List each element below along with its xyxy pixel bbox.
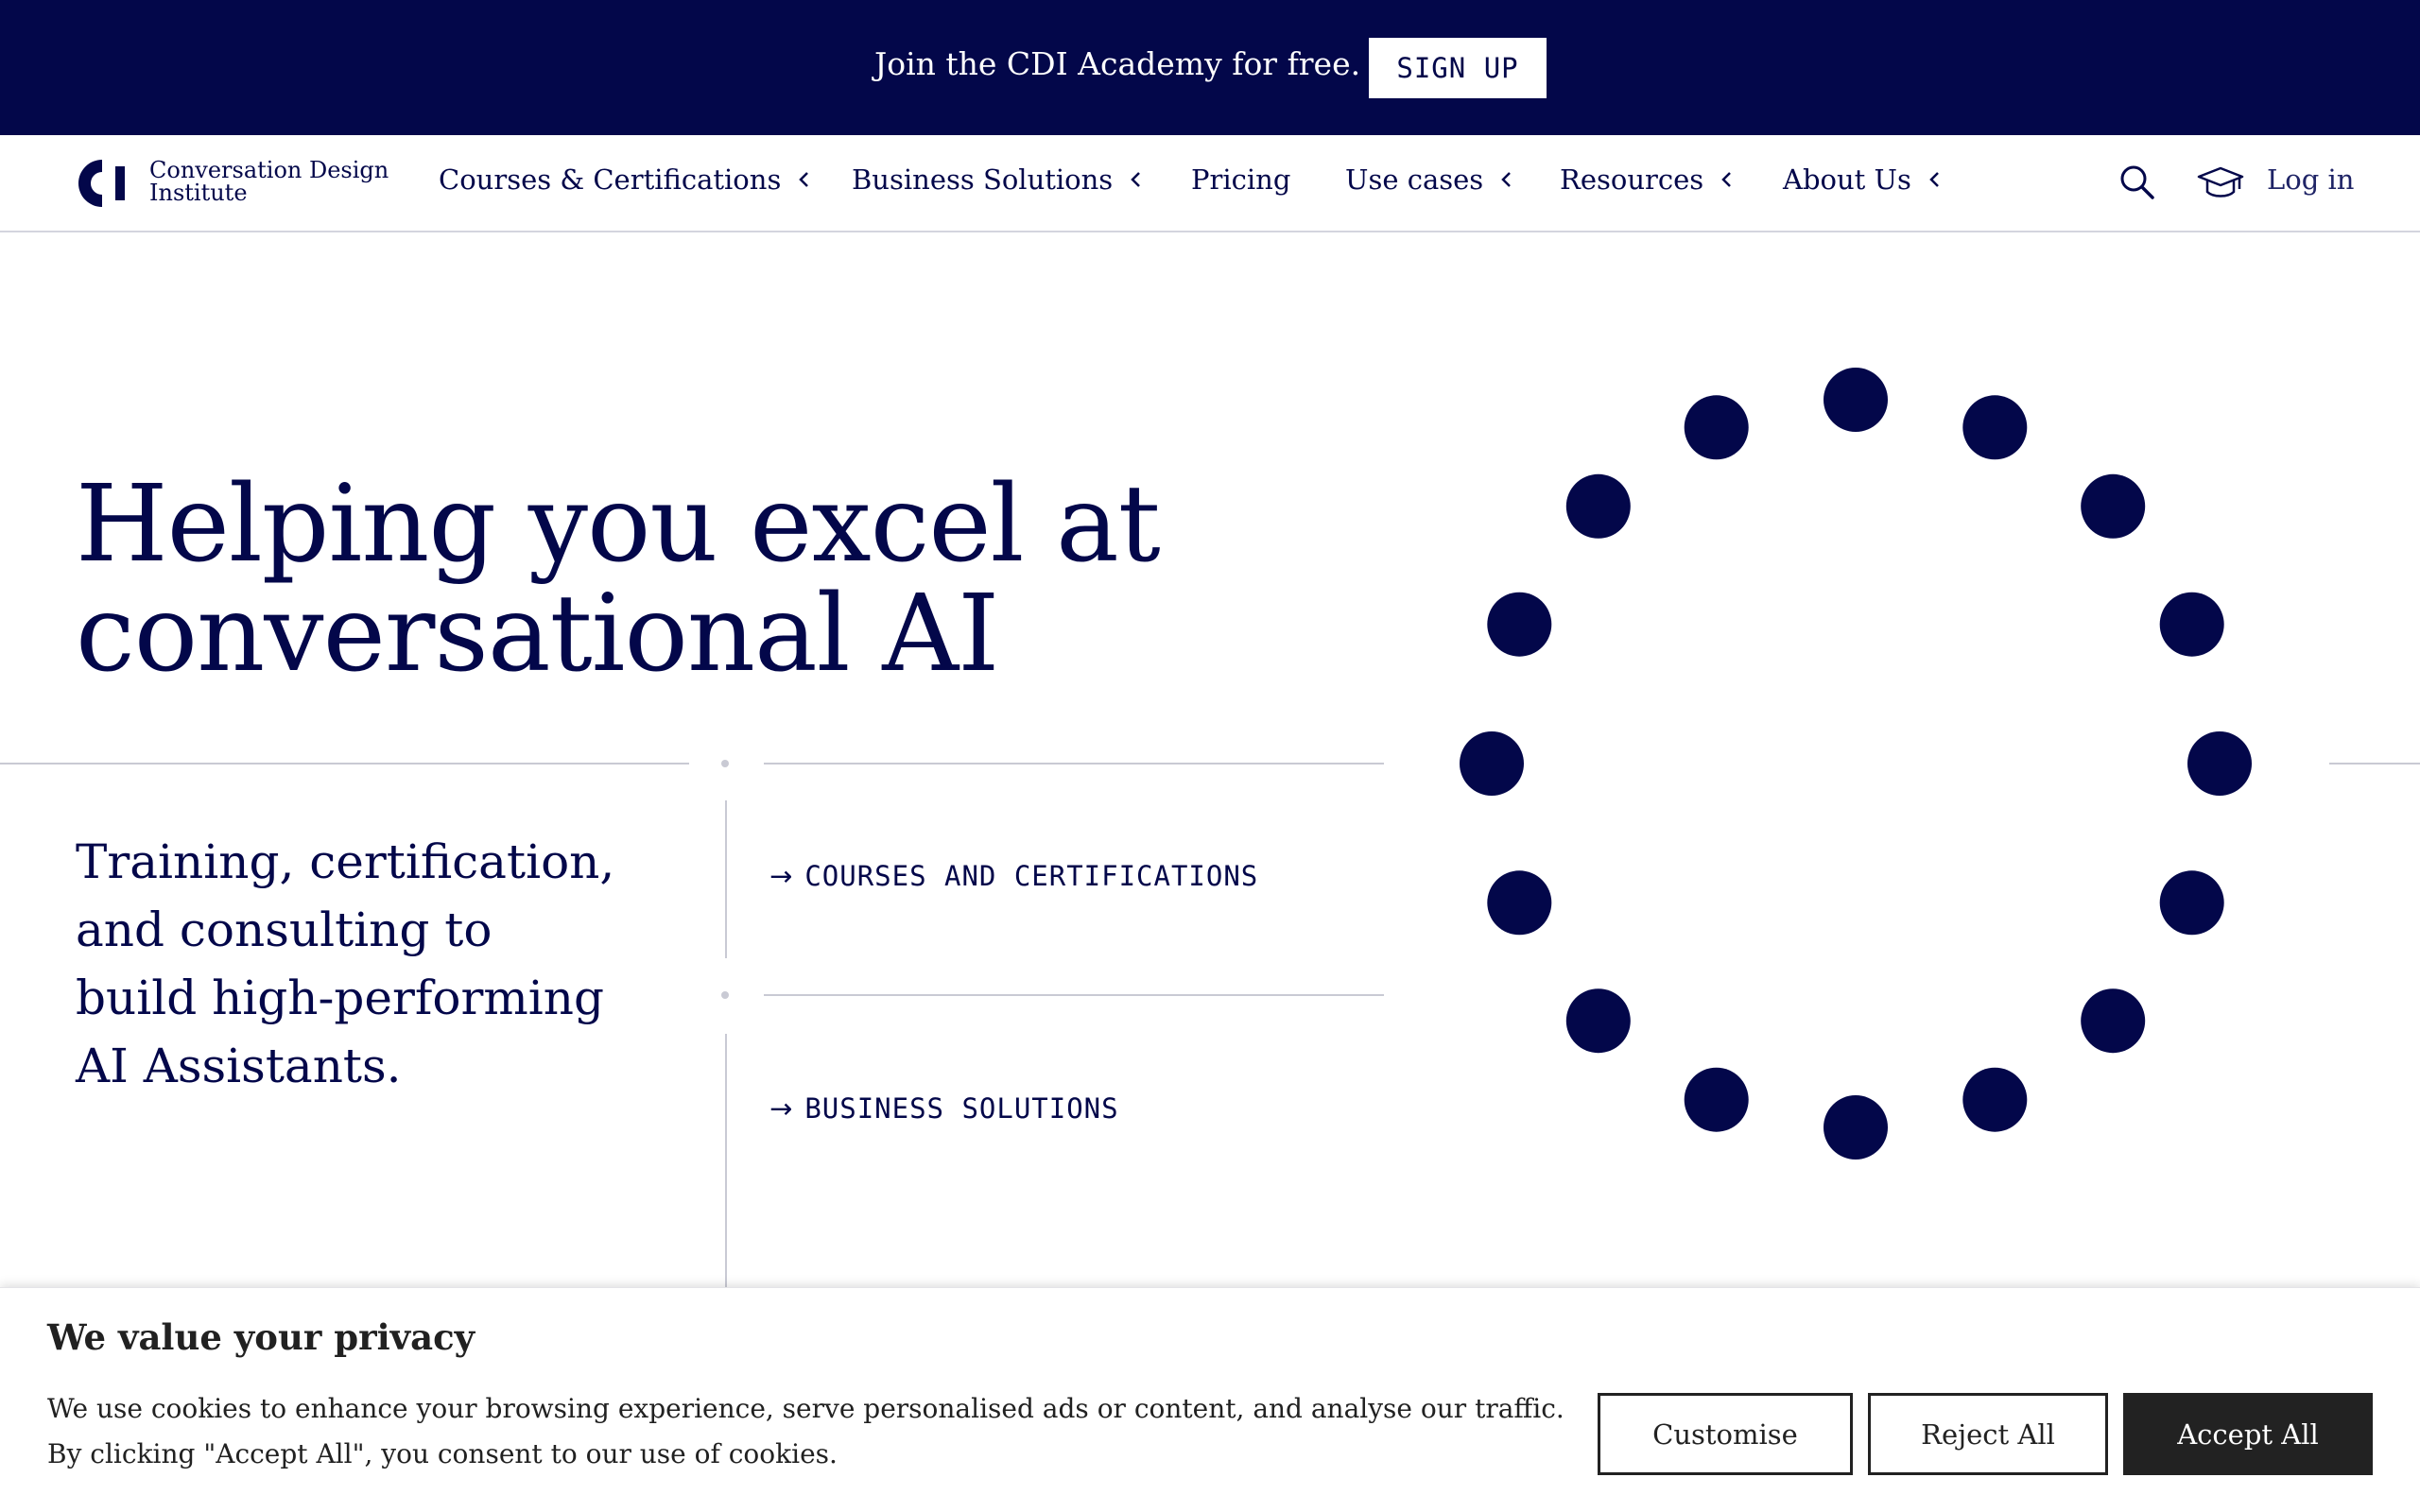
nav-item-label: Courses & Certifications: [439, 163, 782, 196]
hero-subtitle: Training, certification, and consulting …: [76, 828, 662, 1100]
ring-dot: [2187, 731, 2252, 796]
business-solutions-link[interactable]: → BUSINESS SOLUTIONS: [769, 1092, 1119, 1125]
announcement-text: Join the CDI Academy for free.: [874, 45, 1361, 82]
search-icon[interactable]: [2118, 163, 2157, 202]
ring-dot: [1824, 368, 1888, 432]
hero-subtitle-line: build high-performing: [76, 971, 605, 1025]
divider-node: [721, 760, 729, 767]
accept-all-button[interactable]: Accept All: [2123, 1393, 2373, 1475]
divider-line: [764, 994, 1384, 996]
divider-node: [721, 991, 729, 999]
divider-line: [725, 800, 727, 958]
divider-line: [725, 1034, 727, 1287]
login-link[interactable]: Log in: [2267, 163, 2354, 196]
nav-item-label: Resources: [1560, 163, 1704, 196]
nav-item-label: Business Solutions: [852, 163, 1114, 196]
ring-dot: [2159, 592, 2224, 657]
nav-item-business-solutions[interactable]: Business Solutions: [852, 163, 1147, 196]
hero-subtitle-line: AI Assistants.: [76, 1039, 402, 1093]
ring-dot: [1962, 395, 2028, 460]
brand-name[interactable]: Conversation Design Institute: [149, 159, 389, 204]
ring-dot: [1824, 1095, 1888, 1160]
ring-dot: [1962, 1067, 2028, 1132]
reject-all-button[interactable]: Reject All: [1868, 1393, 2108, 1475]
ring-dot: [1487, 592, 1552, 657]
divider-line: [764, 763, 1384, 765]
arrow-right-icon: →: [769, 1092, 794, 1125]
chevron-left-icon: [1501, 172, 1512, 187]
link-label: COURSES AND CERTIFICATIONS: [804, 860, 1259, 892]
cookie-title: We value your privacy: [47, 1316, 475, 1358]
chevron-left-icon: [1721, 172, 1732, 187]
cookie-text: We use cookies to enhance your browsing …: [47, 1386, 1588, 1477]
divider-line: [0, 763, 689, 765]
courses-certifications-link[interactable]: → COURSES AND CERTIFICATIONS: [769, 860, 1258, 892]
dot-ring-illustration: [1460, 368, 2252, 1160]
divider-line: [2329, 763, 2420, 765]
cookie-banner: We value your privacy We use cookies to …: [0, 1287, 2420, 1512]
customise-button[interactable]: Customise: [1598, 1393, 1853, 1475]
ring-dot: [1565, 473, 1631, 539]
hero-title-line1: Helping you excel at: [76, 463, 1161, 586]
nav-item-use-cases[interactable]: Use cases: [1345, 163, 1517, 196]
hero-subtitle-line: Training, certification,: [76, 834, 615, 889]
ring-dot: [1684, 1067, 1749, 1132]
graduation-cap-icon[interactable]: [2196, 163, 2245, 203]
link-label: BUSINESS SOLUTIONS: [804, 1092, 1119, 1125]
nav-item-about-us[interactable]: About Us: [1783, 163, 1945, 196]
cdi-logo-icon[interactable]: [76, 157, 132, 210]
nav-item-label: Use cases: [1345, 163, 1484, 196]
ring-dot: [1460, 731, 1524, 796]
nav-item-pricing[interactable]: Pricing: [1191, 163, 1290, 196]
ring-dot: [2159, 870, 2224, 936]
nav-item-courses[interactable]: Courses & Certifications: [439, 163, 815, 196]
announcement-bar: Join the CDI Academy for free. SIGN UP: [0, 0, 2420, 135]
ring-dot: [1487, 870, 1552, 936]
chevron-left-icon: [1131, 172, 1141, 187]
arrow-right-icon: →: [769, 860, 794, 892]
ring-dot: [2081, 988, 2146, 1054]
ring-dot: [1565, 988, 1631, 1054]
cookie-text-line1: We use cookies to enhance your browsing …: [47, 1393, 1564, 1424]
nav-item-label: About Us: [1783, 163, 1911, 196]
hero-title: Helping you excel at conversational AI: [76, 470, 1305, 689]
sign-up-button[interactable]: SIGN UP: [1369, 38, 1547, 98]
hero-title-line2: conversational AI: [76, 573, 999, 696]
main-nav: Conversation Design Institute Courses & …: [0, 135, 2420, 232]
ring-dot: [2081, 473, 2146, 539]
nav-item-resources[interactable]: Resources: [1560, 163, 1737, 196]
hero-subtitle-line: and consulting to: [76, 902, 493, 957]
brand-name-line1: Conversation Design: [149, 157, 389, 183]
cookie-text-line2: By clicking "Accept All", you consent to…: [47, 1438, 838, 1469]
chevron-left-icon: [1929, 172, 1939, 187]
ring-dot: [1684, 395, 1749, 460]
chevron-left-icon: [799, 172, 809, 187]
brand-name-line2: Institute: [149, 180, 248, 206]
nav-item-label: Pricing: [1191, 163, 1291, 196]
